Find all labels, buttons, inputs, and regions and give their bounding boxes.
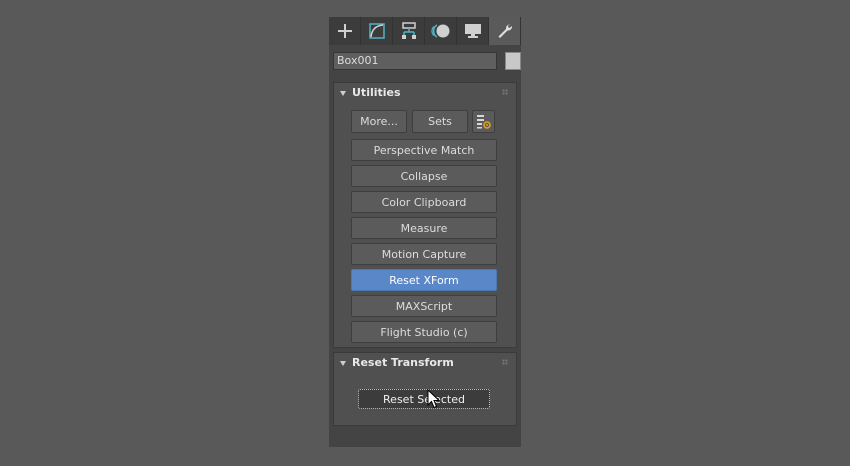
utilities-tab[interactable] xyxy=(489,17,521,45)
reset-transform-rollout: Reset Transform Reset Selected xyxy=(333,352,517,426)
drag-grip-icon[interactable] xyxy=(502,89,508,95)
command-panel: Utilities More... Sets Perspective Match… xyxy=(329,17,521,447)
display-tab[interactable] xyxy=(457,17,489,45)
hierarchy-icon xyxy=(401,22,416,39)
utilities-rollout: Utilities More... Sets Perspective Match… xyxy=(333,82,517,348)
command-panel-tabs xyxy=(329,17,521,45)
reset-selected-button[interactable]: Reset Selected xyxy=(358,389,490,409)
reset-transform-rollout-title: Reset Transform xyxy=(352,356,454,369)
create-tab[interactable] xyxy=(329,17,361,45)
modify-tab[interactable] xyxy=(361,17,393,45)
object-color-swatch[interactable] xyxy=(505,52,521,70)
mouse-pointer-icon xyxy=(427,389,441,409)
sets-button[interactable]: Sets xyxy=(412,110,468,133)
utility-button-motion-capture[interactable]: Motion Capture xyxy=(351,243,497,265)
monitor-icon xyxy=(464,24,481,38)
utility-button-measure[interactable]: Measure xyxy=(351,217,497,239)
utility-button-flight-studio[interactable]: Flight Studio (c) xyxy=(351,321,497,343)
collapse-arrow-icon xyxy=(340,361,346,366)
collapse-arrow-icon xyxy=(340,91,346,96)
utilities-rollout-header[interactable]: Utilities xyxy=(334,83,516,105)
reset-transform-rollout-header[interactable]: Reset Transform xyxy=(334,353,516,375)
configure-button-sets-icon xyxy=(477,115,491,129)
utility-button-reset-xform[interactable]: Reset XForm xyxy=(351,269,497,291)
more-button[interactable]: More... xyxy=(351,110,407,133)
motion-tab[interactable] xyxy=(425,17,457,45)
drag-grip-icon[interactable] xyxy=(502,359,508,365)
utility-button-collapse[interactable]: Collapse xyxy=(351,165,497,187)
wrench-icon xyxy=(498,24,512,38)
modify-curve-icon xyxy=(368,23,385,39)
utility-button-perspective-match[interactable]: Perspective Match xyxy=(351,139,497,161)
object-name-field[interactable] xyxy=(333,52,497,70)
object-name-row xyxy=(333,52,521,72)
hierarchy-tab[interactable] xyxy=(393,17,425,45)
configure-button-sets-button[interactable] xyxy=(472,110,495,133)
utility-button-color-clipboard[interactable]: Color Clipboard xyxy=(351,191,497,213)
utility-button-maxscript[interactable]: MAXScript xyxy=(351,295,497,317)
utilities-rollout-title: Utilities xyxy=(352,86,401,99)
motion-icon xyxy=(430,24,449,38)
plus-icon xyxy=(337,24,352,38)
